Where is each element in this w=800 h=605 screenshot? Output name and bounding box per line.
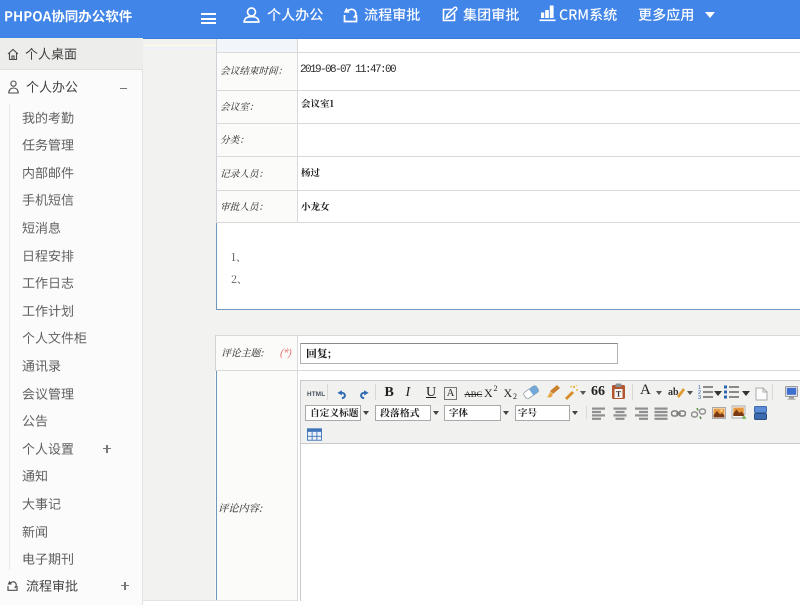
svg-text:3: 3 [698, 395, 701, 399]
svg-text:ab: ab [668, 387, 679, 398]
svg-text:T: T [616, 390, 622, 399]
